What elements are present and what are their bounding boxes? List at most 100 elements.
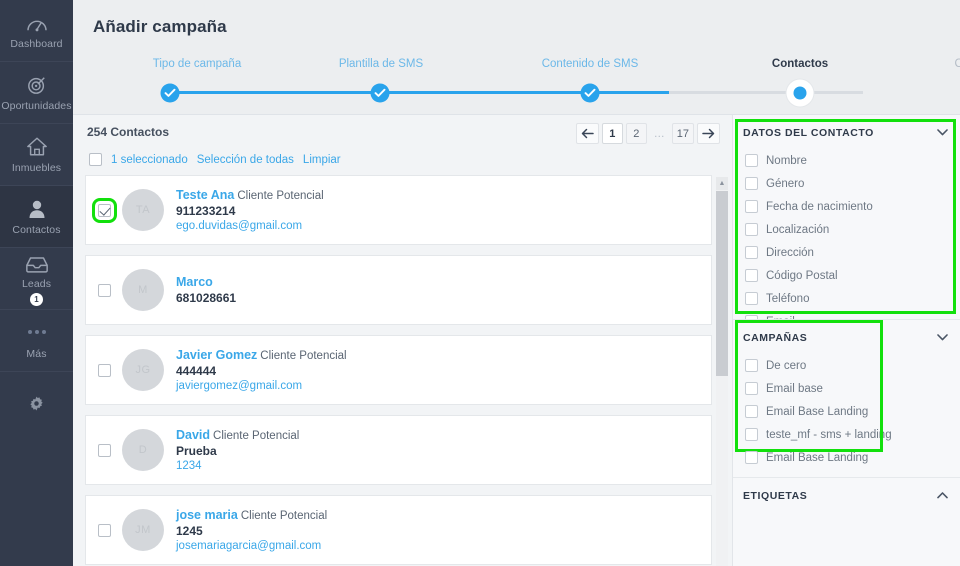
contact-name[interactable]: Javier Gomez	[176, 348, 257, 362]
avatar: TA	[122, 189, 164, 231]
list-scrollbar[interactable]: ▲	[716, 177, 728, 566]
chevron-down-icon[interactable]	[937, 333, 948, 344]
contact-name[interactable]: jose maria	[176, 508, 238, 522]
filter-item-label: De cero	[766, 359, 807, 372]
sidebar-item-leads[interactable]: Leads 1	[0, 248, 73, 310]
contact-checkbox[interactable]	[98, 523, 111, 537]
filter-item-label: Teléfono	[766, 292, 810, 305]
chevron-down-icon[interactable]	[937, 128, 948, 139]
filter-item-label: Código Postal	[766, 269, 838, 282]
step-label-plantilla-de-sms[interactable]: Plantilla de SMS	[339, 58, 423, 70]
contact-email[interactable]: josemariagarcia@gmail.com	[176, 540, 327, 552]
contact-info: jose maria Cliente Potencial 1245 josemar…	[176, 508, 327, 552]
contact-name-line: Javier Gomez Cliente Potencial	[176, 348, 347, 362]
contact-checkbox[interactable]	[98, 283, 111, 297]
filter-checkbox[interactable]	[745, 292, 758, 305]
filter-item-label: Localización	[766, 223, 830, 236]
sidebar-item-inmuebles[interactable]: Inmuebles	[0, 124, 73, 186]
sidebar-item-dashboard[interactable]: Dashboard	[0, 0, 73, 62]
filter-checkbox[interactable]	[745, 382, 758, 395]
step-node-contactos[interactable]	[786, 79, 814, 106]
filter-group-header[interactable]: ETIQUETAS	[733, 478, 960, 512]
filter-group-header[interactable]: CAMPAÑAS	[733, 320, 960, 354]
table-row[interactable]: JG Javier Gomez Cliente Potencial 444444 …	[85, 335, 712, 405]
pagination-page-1[interactable]: 1	[601, 123, 623, 144]
filter-group-datos-del-contacto: DATOS DEL CONTACTO Nombre Género Fecha d…	[733, 115, 960, 319]
filter-checkbox[interactable]	[745, 451, 758, 464]
step-label-configuracion[interactable]: Configuración	[955, 58, 960, 70]
pagination-next-button[interactable]	[697, 123, 720, 144]
contact-email[interactable]: 1234	[176, 460, 299, 472]
filter-item-localizacion[interactable]: Localización	[733, 218, 960, 241]
pagination-page-17[interactable]: 17	[671, 123, 694, 144]
filter-group-campanas: CAMPAÑAS De cero Email base Email Base L…	[733, 320, 960, 477]
step-label-tipo-de-campana[interactable]: Tipo de campaña	[153, 58, 241, 70]
table-row[interactable]: TA Teste Ana Cliente Potencial 911233214 …	[85, 175, 712, 245]
gear-icon	[29, 389, 44, 411]
filter-item-direccion[interactable]: Dirección	[733, 241, 960, 264]
contacts-scroll-area[interactable]: TA Teste Ana Cliente Potencial 911233214 …	[73, 175, 732, 566]
clear-selection-link[interactable]: Limpiar	[303, 154, 341, 166]
filter-checkbox[interactable]	[745, 177, 758, 190]
scrollbar-thumb[interactable]	[716, 191, 728, 376]
filter-item-email-base-landing[interactable]: Email Base Landing	[733, 400, 960, 423]
chevron-up-icon[interactable]	[937, 491, 948, 502]
table-row[interactable]: M Marco 681028661	[85, 255, 712, 325]
sidebar-item-settings[interactable]	[0, 372, 73, 428]
contact-checkbox[interactable]	[98, 363, 111, 377]
filter-checkbox[interactable]	[745, 359, 758, 372]
filter-checkbox[interactable]	[745, 269, 758, 282]
step-label-contactos[interactable]: Contactos	[772, 58, 828, 70]
home-icon	[26, 135, 48, 157]
filter-item-de-cero[interactable]: De cero	[733, 354, 960, 377]
avatar: JM	[122, 509, 164, 551]
filter-item-fecha-de-nacimiento[interactable]: Fecha de nacimiento	[733, 195, 960, 218]
contact-checkbox[interactable]	[98, 443, 111, 457]
filter-checkbox[interactable]	[745, 405, 758, 418]
step-node-tipo-de-campana[interactable]	[160, 83, 180, 102]
select-all-link[interactable]: Selección de todas	[197, 154, 294, 166]
sidebar-item-label: Contactos	[12, 224, 61, 236]
stepper-labels: Tipo de campaña Plantilla de SMS Conteni…	[73, 55, 960, 75]
filter-checkbox[interactable]	[745, 200, 758, 213]
contact-checkbox[interactable]	[92, 197, 117, 223]
sidebar-item-label: Dashboard	[10, 38, 63, 50]
arrow-right-icon	[702, 128, 715, 139]
pagination-page-2[interactable]: 2	[625, 123, 647, 144]
filter-checkbox[interactable]	[745, 315, 758, 319]
sidebar-item-oportunidades[interactable]: Oportunidades	[0, 62, 73, 124]
table-row[interactable]: D David Cliente Potencial Prueba 1234	[85, 415, 712, 485]
contact-name[interactable]: Marco	[176, 275, 213, 289]
step-label-contenido-de-sms[interactable]: Contenido de SMS	[542, 58, 639, 70]
filter-item-telefono[interactable]: Teléfono	[733, 287, 960, 310]
filter-item-email-base-landing-2[interactable]: Email Base Landing	[733, 446, 960, 469]
filter-checkbox[interactable]	[745, 246, 758, 259]
filter-item-email-base[interactable]: Email base	[733, 377, 960, 400]
contact-email[interactable]: javiergomez@gmail.com	[176, 380, 347, 392]
pagination-prev-button[interactable]	[575, 123, 599, 144]
filter-item-codigo-postal[interactable]: Código Postal	[733, 264, 960, 287]
list-toolbar: 254 Contactos 1 seleccionado Selección d…	[73, 115, 732, 175]
filter-item-nombre[interactable]: Nombre	[733, 149, 960, 172]
step-node-plantilla-de-sms[interactable]	[370, 83, 390, 102]
contact-name[interactable]: Teste Ana	[176, 188, 234, 202]
filter-item-genero[interactable]: Género	[733, 172, 960, 195]
contact-tags: Cliente Potencial	[240, 510, 328, 522]
inbox-icon	[25, 251, 49, 273]
avatar: D	[122, 429, 164, 471]
table-row[interactable]: JM jose maria Cliente Potencial 1245 jose…	[85, 495, 712, 565]
contact-name[interactable]: David	[176, 428, 210, 442]
filter-item-email[interactable]: Email	[733, 310, 960, 319]
contact-email[interactable]: ego.duvidas@gmail.com	[176, 220, 324, 232]
sidebar-item-mas[interactable]: Más	[0, 310, 73, 372]
sidebar-item-label: Oportunidades	[1, 100, 72, 112]
filter-item-teste-mf-sms-landing[interactable]: teste_mf - sms + landing	[733, 423, 960, 446]
scroll-up-icon[interactable]: ▲	[716, 177, 728, 190]
filter-group-header[interactable]: DATOS DEL CONTACTO	[733, 115, 960, 149]
filter-checkbox[interactable]	[745, 428, 758, 441]
filter-checkbox[interactable]	[745, 154, 758, 167]
step-node-contenido-de-sms[interactable]	[580, 83, 600, 102]
filter-checkbox[interactable]	[745, 223, 758, 236]
select-all-checkbox[interactable]	[89, 153, 102, 166]
sidebar-item-contactos[interactable]: Contactos	[0, 186, 73, 248]
